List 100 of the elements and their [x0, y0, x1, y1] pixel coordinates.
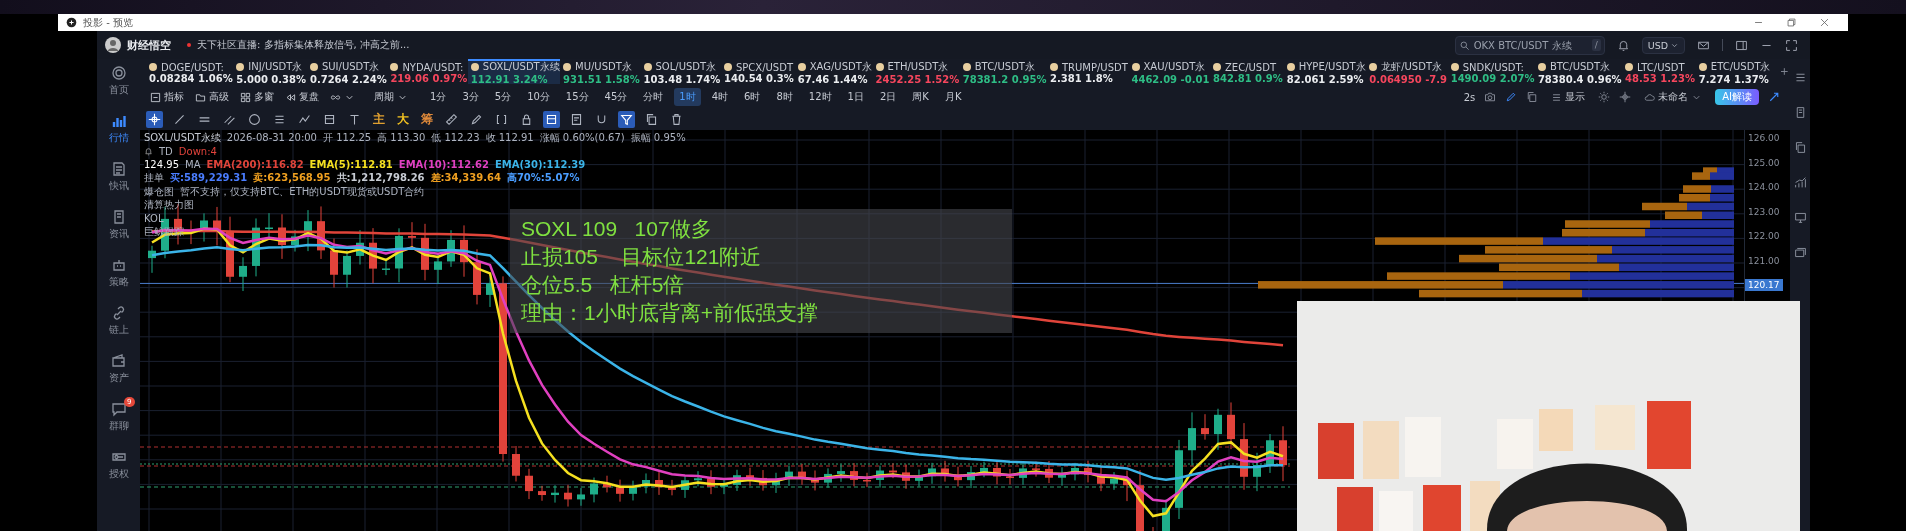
- candlestick: [681, 474, 689, 499]
- camera-icon[interactable]: [1484, 91, 1497, 103]
- ticker-tab[interactable]: XAG/USDT永 67.46 1.44%: [794, 59, 873, 84]
- ticker-price: 78381.2: [962, 74, 1009, 85]
- ticker-tab[interactable]: BTC/USDT永 78381.2 0.95%: [959, 59, 1047, 84]
- bell-icon[interactable]: [1616, 38, 1630, 52]
- layers-icon[interactable]: [1793, 246, 1807, 259]
- period-tab[interactable]: 10分: [522, 88, 555, 106]
- rising-chart-icon[interactable]: [1793, 176, 1807, 189]
- ticker-tab[interactable]: DOGE/USDT: 0.08284 1.06%: [146, 59, 234, 84]
- trade-note-line: 止损105 目标位121附近: [521, 244, 763, 270]
- ticker-tab[interactable]: ETC/USDT永 7.274 1.37%: [1695, 59, 1772, 84]
- candlestick: [382, 257, 390, 276]
- frame-icon[interactable]: [543, 110, 560, 128]
- period-tab[interactable]: 8时: [771, 88, 798, 106]
- avatar-icon[interactable]: [105, 37, 121, 53]
- ticker-price: 103.48: [643, 74, 683, 85]
- period-tab[interactable]: 周K: [907, 88, 934, 106]
- ticker-tab[interactable]: ZEC/USDT 842.81 0.9%: [1210, 59, 1284, 84]
- period-tab[interactable]: 3分: [457, 88, 484, 106]
- sidebar-item[interactable]: 行情: [102, 109, 135, 147]
- share-icon[interactable]: [1768, 91, 1780, 103]
- period-tab[interactable]: 45分: [599, 88, 633, 106]
- period-dropdown[interactable]: 周期: [370, 88, 412, 106]
- live-notice[interactable]: 天下社区直播: 多指标集体释放信号, 冲高之前...: [197, 38, 410, 52]
- coin-icon: [149, 63, 157, 71]
- sidebar-item[interactable]: 链上: [102, 301, 135, 339]
- fullscreen-icon[interactable]: [1785, 38, 1798, 52]
- sidebar-item[interactable]: 首页: [102, 61, 135, 99]
- add-icon[interactable]: [1779, 66, 1790, 77]
- toolbar-button[interactable]: 指标: [146, 88, 188, 106]
- ticker-tab[interactable]: SUI/USDT永 0.7264 2.24%: [306, 59, 388, 84]
- tool-button[interactable]: 筹: [419, 110, 435, 128]
- display-button[interactable]: 显示: [1547, 88, 1590, 106]
- ticker-change: -0.01: [1180, 74, 1210, 85]
- user-name: 财经悟空: [127, 37, 171, 53]
- pen-icon[interactable]: [1505, 91, 1518, 103]
- ticker-symbol: HYPE/USDT永: [1298, 60, 1366, 74]
- ticker-price: 82.061: [1286, 74, 1326, 85]
- sidebar-item[interactable]: 快讯: [102, 157, 135, 195]
- refresh-interval[interactable]: 2s: [1463, 91, 1476, 103]
- close-icon[interactable]: [1819, 17, 1830, 28]
- chat-icon: [110, 401, 127, 417]
- candlestick: [889, 462, 897, 479]
- ticker-tab[interactable]: SPCX/USDT 140.54 0.3%: [720, 59, 795, 84]
- ticker-symbol: SPCX/USDT: [735, 61, 794, 73]
- ticker-tab[interactable]: XAU/USDT永 4462.09 -0.01: [1128, 59, 1210, 84]
- panel-icon[interactable]: [1735, 38, 1748, 52]
- period-tab[interactable]: 1时: [674, 88, 701, 106]
- ticker-tab[interactable]: MU/USDT永 931.51 1.58%: [560, 59, 641, 84]
- list-icon[interactable]: [1793, 71, 1807, 84]
- ticker-tab[interactable]: ETH/USDT永 2452.25 1.52%: [872, 59, 960, 84]
- ticker-tab[interactable]: SOL/USDT永 103.48 1.74%: [640, 59, 721, 84]
- candlestick: [590, 477, 598, 503]
- ticker-tab[interactable]: BTC/USDT永 78380.4 0.96%: [1534, 59, 1623, 84]
- candlestick: [291, 229, 299, 253]
- sidebar-item[interactable]: 授权: [102, 445, 135, 483]
- ticker-tab[interactable]: HYPE/USDT永 82.061 2.59%: [1283, 59, 1367, 84]
- period-tab[interactable]: 2日: [874, 88, 902, 106]
- restore-icon[interactable]: [1786, 17, 1797, 28]
- candlestick: [733, 469, 741, 492]
- period-tab[interactable]: 月K: [939, 88, 967, 106]
- ticker-tab[interactable]: 龙虾/USDT永 0.064950 -7.9: [1366, 59, 1448, 84]
- sidebar-item[interactable]: 资产: [102, 349, 135, 387]
- tool-button[interactable]: 大: [395, 110, 411, 128]
- indicator-note: 暂不支持，仅支持BTC、ETH的USDT现货或USDT合约: [180, 184, 425, 199]
- toolbar-button[interactable]: 多窗: [236, 88, 278, 106]
- copy-icon[interactable]: [1793, 141, 1807, 154]
- settings-icon[interactable]: [1598, 91, 1611, 103]
- ticker-tab[interactable]: INJ/USDT永 5.000 0.38%: [233, 59, 307, 84]
- period-tab[interactable]: 15分: [560, 88, 594, 106]
- toolbar-button[interactable]: 高级: [191, 88, 233, 106]
- period-tab[interactable]: 12时: [803, 88, 837, 106]
- candlestick: [564, 484, 572, 508]
- toolbar-button[interactable]: 复盘: [281, 88, 323, 106]
- candlestick: [1058, 466, 1066, 487]
- period-tab[interactable]: 分时: [638, 88, 669, 106]
- funnel-icon[interactable]: [618, 110, 635, 128]
- monitor-icon[interactable]: [1793, 211, 1807, 224]
- currency-dropdown[interactable]: USD: [1641, 36, 1685, 54]
- layout-dropdown[interactable]: 未命名: [1640, 88, 1707, 106]
- ticker-tab[interactable]: LTC/USDT 48.53 1.23%: [1622, 59, 1696, 84]
- period-tab[interactable]: 1分: [425, 88, 452, 106]
- ticker-tab[interactable]: NYDA/USDT: 219.06 0.97%: [387, 59, 468, 84]
- copy-icon[interactable]: [1526, 91, 1539, 103]
- candlestick: [1214, 408, 1222, 451]
- candlestick: [642, 472, 650, 494]
- period-tab[interactable]: 6时: [739, 88, 766, 106]
- price-stat: 涨幅 0.60%(0.67): [539, 130, 625, 145]
- ticker-tab[interactable]: TRUMP/USDT 2.381 1.8%: [1046, 59, 1129, 84]
- period-tab[interactable]: 4时: [706, 88, 734, 106]
- period-tab[interactable]: 5分: [489, 88, 517, 106]
- sidebar-item[interactable]: 资讯: [102, 205, 135, 243]
- tool-button[interactable]: 主: [371, 110, 387, 128]
- ticker-tab[interactable]: SOXL/USDT永续 112.91 3.24%: [467, 59, 561, 84]
- ticker-symbol: ETH/USDT永: [887, 60, 949, 74]
- crosshair-icon[interactable]: [146, 110, 163, 128]
- sidebar-item[interactable]: 策略: [102, 253, 135, 291]
- ticker-tab[interactable]: SNDK/USDT: 1490.09 2.07%: [1447, 59, 1535, 84]
- period-tab[interactable]: 1日: [842, 88, 869, 106]
